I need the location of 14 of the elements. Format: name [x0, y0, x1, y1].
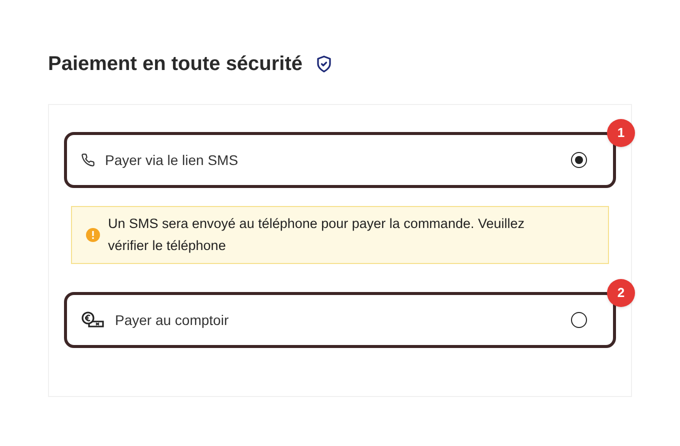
euro-ticket-icon [81, 311, 105, 329]
radio-button[interactable] [571, 312, 587, 328]
shield-check-icon [314, 54, 333, 74]
alert-text: Un SMS sera envoyé au téléphone pour payer la commande. Veuillez vérifier le téléphone [108, 215, 526, 255]
number-badge: 1 [607, 119, 635, 147]
radio-button[interactable] [571, 152, 587, 168]
option-label: Payer via le lien SMS [105, 150, 240, 170]
phone-icon [81, 153, 95, 167]
payment-option[interactable]: Payer via le lien SMS [64, 132, 616, 188]
option-label: Payer au comptoir [115, 310, 230, 330]
page-title: Paiement en toute sécurité [48, 52, 303, 77]
payment-option[interactable]: Payer au comptoir [64, 292, 616, 348]
number-badge: 2 [607, 279, 635, 307]
warning-icon [86, 228, 100, 242]
